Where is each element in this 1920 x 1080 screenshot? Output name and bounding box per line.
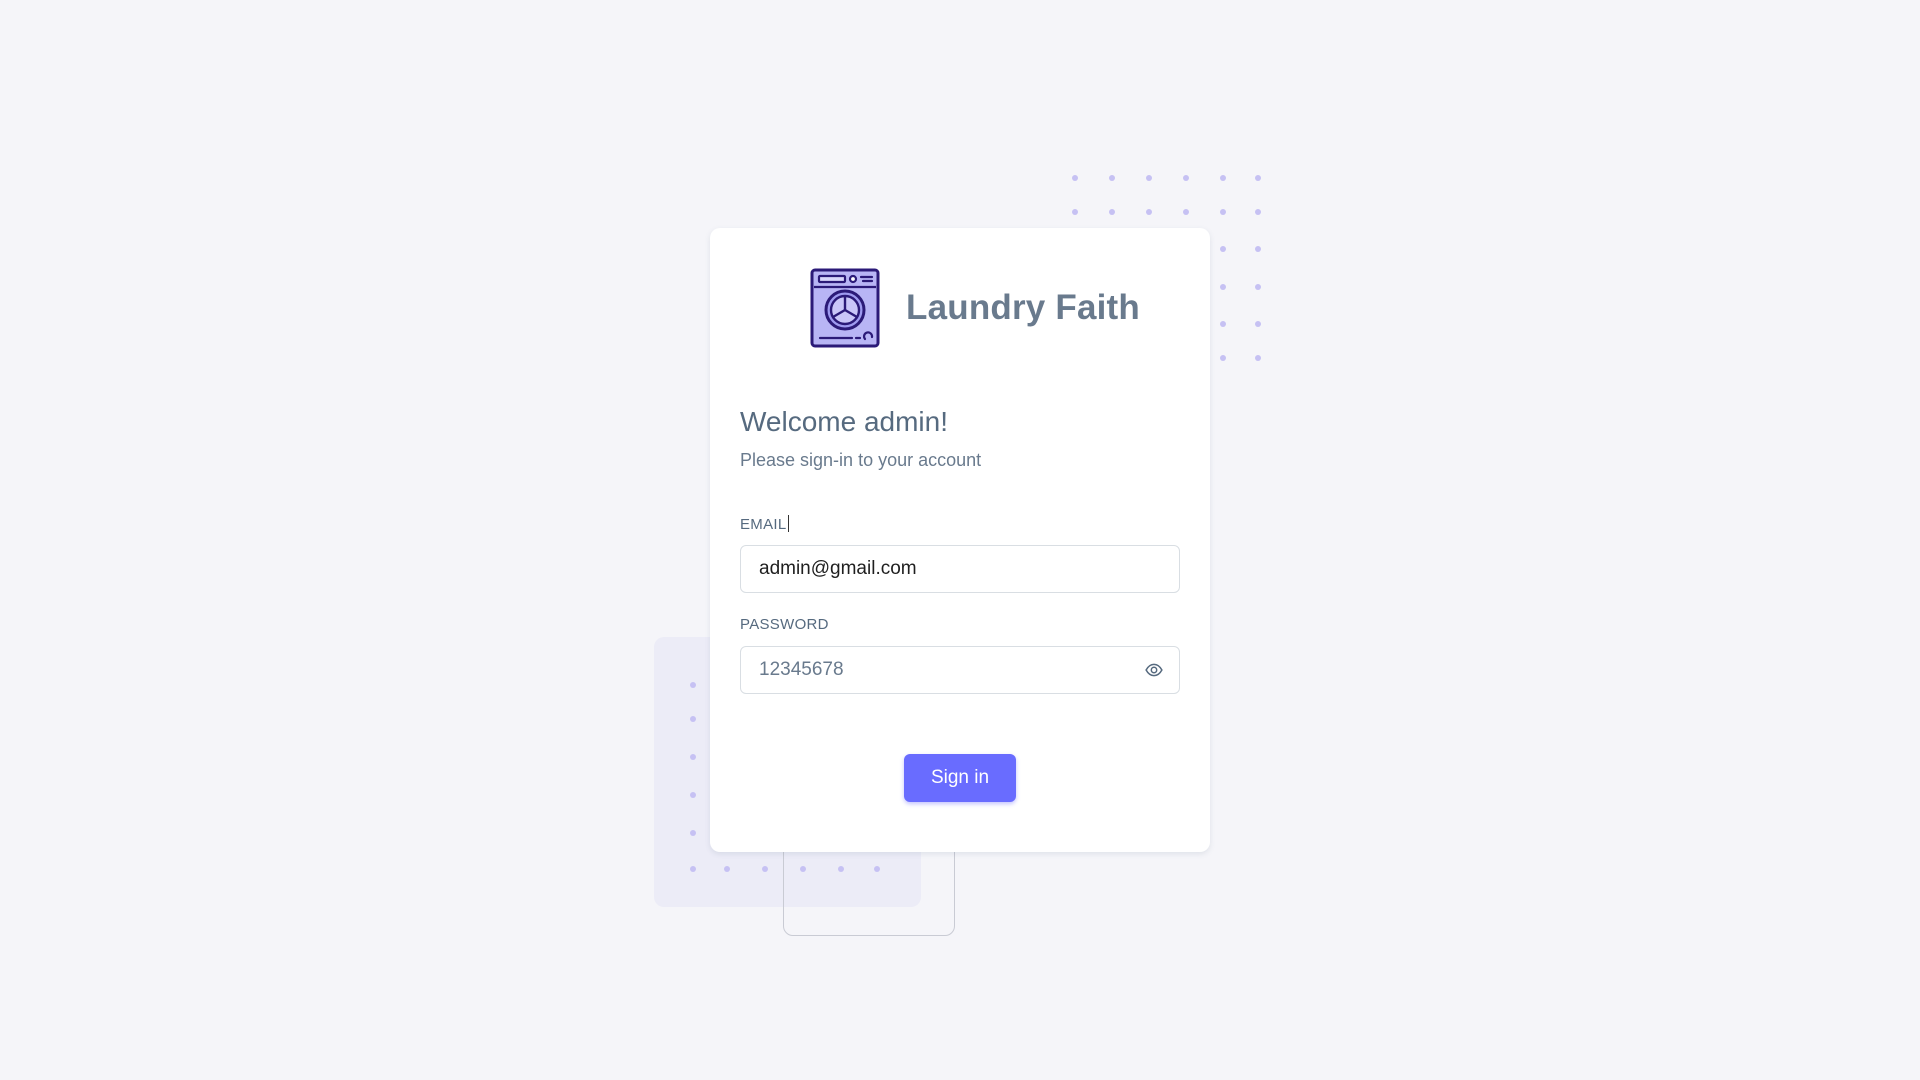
decorative-dot bbox=[1255, 284, 1261, 290]
washing-machine-icon bbox=[810, 268, 880, 348]
decorative-dot bbox=[690, 682, 696, 688]
eye-icon[interactable] bbox=[1145, 661, 1163, 679]
welcome-title: Welcome admin! bbox=[740, 406, 949, 437]
email-label-text: EMAIL bbox=[740, 516, 787, 533]
decorative-dot bbox=[1255, 355, 1261, 361]
sign-in-button[interactable]: Sign in bbox=[904, 754, 1016, 802]
email-field[interactable] bbox=[741, 546, 1179, 592]
decorative-dot bbox=[1255, 321, 1261, 327]
decorative-dot bbox=[1220, 175, 1226, 181]
decorative-dot bbox=[800, 866, 806, 872]
decorative-dot bbox=[838, 866, 844, 872]
decorative-dot bbox=[1255, 175, 1261, 181]
decorative-dot bbox=[690, 830, 696, 836]
decorative-dot bbox=[1220, 209, 1226, 215]
decorative-dot bbox=[1072, 175, 1078, 181]
brand-name: Laundry Faith bbox=[906, 288, 1140, 327]
decorative-dot bbox=[1183, 175, 1189, 181]
decorative-dot bbox=[1220, 321, 1226, 327]
password-label: PASSWORD bbox=[740, 616, 829, 633]
decorative-dot bbox=[724, 866, 730, 872]
brand: Laundry Faith bbox=[810, 268, 1140, 348]
decorative-dot bbox=[1220, 246, 1226, 252]
welcome-subtitle: Please sign-in to your account bbox=[740, 450, 982, 470]
decorative-dot bbox=[690, 792, 696, 798]
login-card: Laundry Faith Welcome admin! Please sign… bbox=[710, 228, 1210, 852]
decorative-dot bbox=[690, 754, 696, 760]
decorative-dot bbox=[1109, 209, 1115, 215]
decorative-dot bbox=[1146, 175, 1152, 181]
decorative-dot bbox=[762, 866, 768, 872]
decorative-dot bbox=[874, 866, 880, 872]
decorative-dot bbox=[1183, 209, 1189, 215]
decorative-dot bbox=[1220, 284, 1226, 290]
password-field-wrapper bbox=[740, 646, 1180, 694]
decorative-dot bbox=[1109, 175, 1115, 181]
decorative-dot bbox=[1146, 209, 1152, 215]
email-label: EMAIL bbox=[740, 515, 789, 533]
login-page: Laundry Faith Welcome admin! Please sign… bbox=[0, 0, 1920, 1080]
decorative-dot bbox=[1220, 355, 1226, 361]
decorative-dot bbox=[1072, 209, 1078, 215]
decorative-dot bbox=[690, 716, 696, 722]
decorative-dot bbox=[690, 866, 696, 872]
decorative-dot bbox=[1255, 246, 1261, 252]
decorative-dot bbox=[1255, 209, 1261, 215]
text-caret bbox=[787, 515, 789, 532]
password-field[interactable] bbox=[741, 647, 1179, 693]
email-field-wrapper bbox=[740, 545, 1180, 593]
